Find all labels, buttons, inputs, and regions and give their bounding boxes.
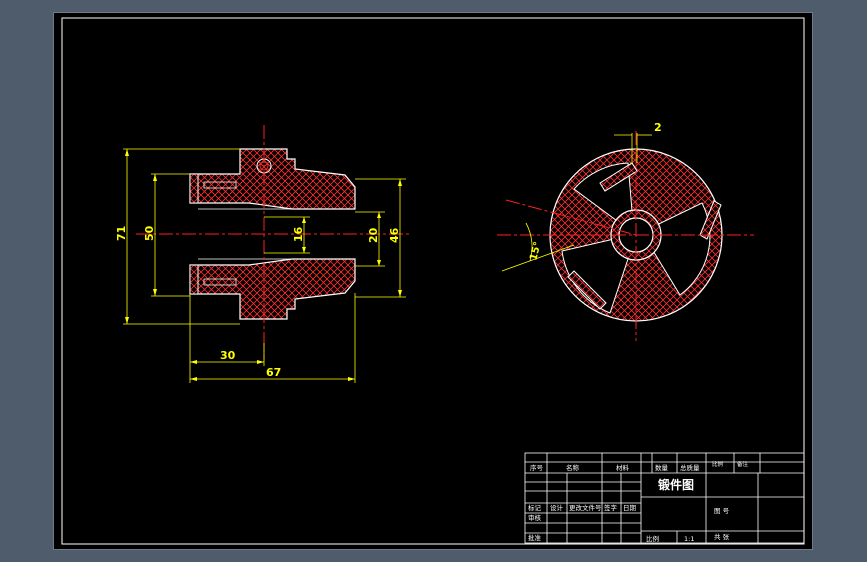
tb-sheet-label: 共 张 — [714, 532, 730, 541]
tb-drawing-no-label: 图 号 — [714, 507, 730, 515]
tb-material-header: 材料 — [616, 463, 630, 472]
tb-change-doc: 更改文件号 — [569, 503, 602, 512]
dim-20: 20 — [367, 227, 380, 243]
tb-small-header-2: 备注 — [737, 460, 749, 468]
tb-scale-value: 1:1 — [684, 535, 694, 543]
dim-46: 46 — [388, 227, 401, 243]
tb-drawing-title: 锻件图 — [658, 477, 694, 492]
cad-drawing: 71 50 16 20 46 30 67 2 15° 序号 名称 材料 数量 总… — [61, 17, 805, 545]
tb-seq-header: 序号 — [530, 463, 544, 472]
tb-designer: 设计 — [550, 503, 564, 512]
tb-small-header-1: 比例 — [712, 460, 724, 468]
dim-2: 2 — [654, 121, 662, 134]
tb-review: 审核 — [528, 513, 542, 522]
dim-71: 71 — [115, 226, 128, 241]
tb-mark: 标记 — [528, 503, 542, 512]
tb-sign: 签字 — [604, 503, 618, 512]
tb-weight-header: 总质量 — [680, 463, 700, 472]
tb-quantity-header: 数量 — [655, 463, 669, 472]
lower-wall-section — [189, 258, 356, 320]
tb-approve: 批准 — [528, 533, 542, 542]
tb-name-header: 名称 — [566, 463, 580, 472]
upper-wall-section — [189, 148, 356, 210]
drawing-viewport[interactable]: 71 50 16 20 46 30 67 2 15° 序号 名称 材料 数量 总… — [54, 13, 812, 549]
dim-16: 16 — [292, 226, 305, 242]
left-lip-top — [189, 173, 199, 204]
dim-30: 30 — [220, 349, 236, 362]
dim-67: 67 — [266, 366, 281, 379]
dim-50: 50 — [143, 225, 156, 241]
left-lip-bottom — [189, 264, 199, 295]
dim-15-deg: 15° — [528, 241, 544, 262]
tb-scale-label: 比例 — [646, 534, 659, 543]
tb-date: 日期 — [623, 504, 637, 512]
